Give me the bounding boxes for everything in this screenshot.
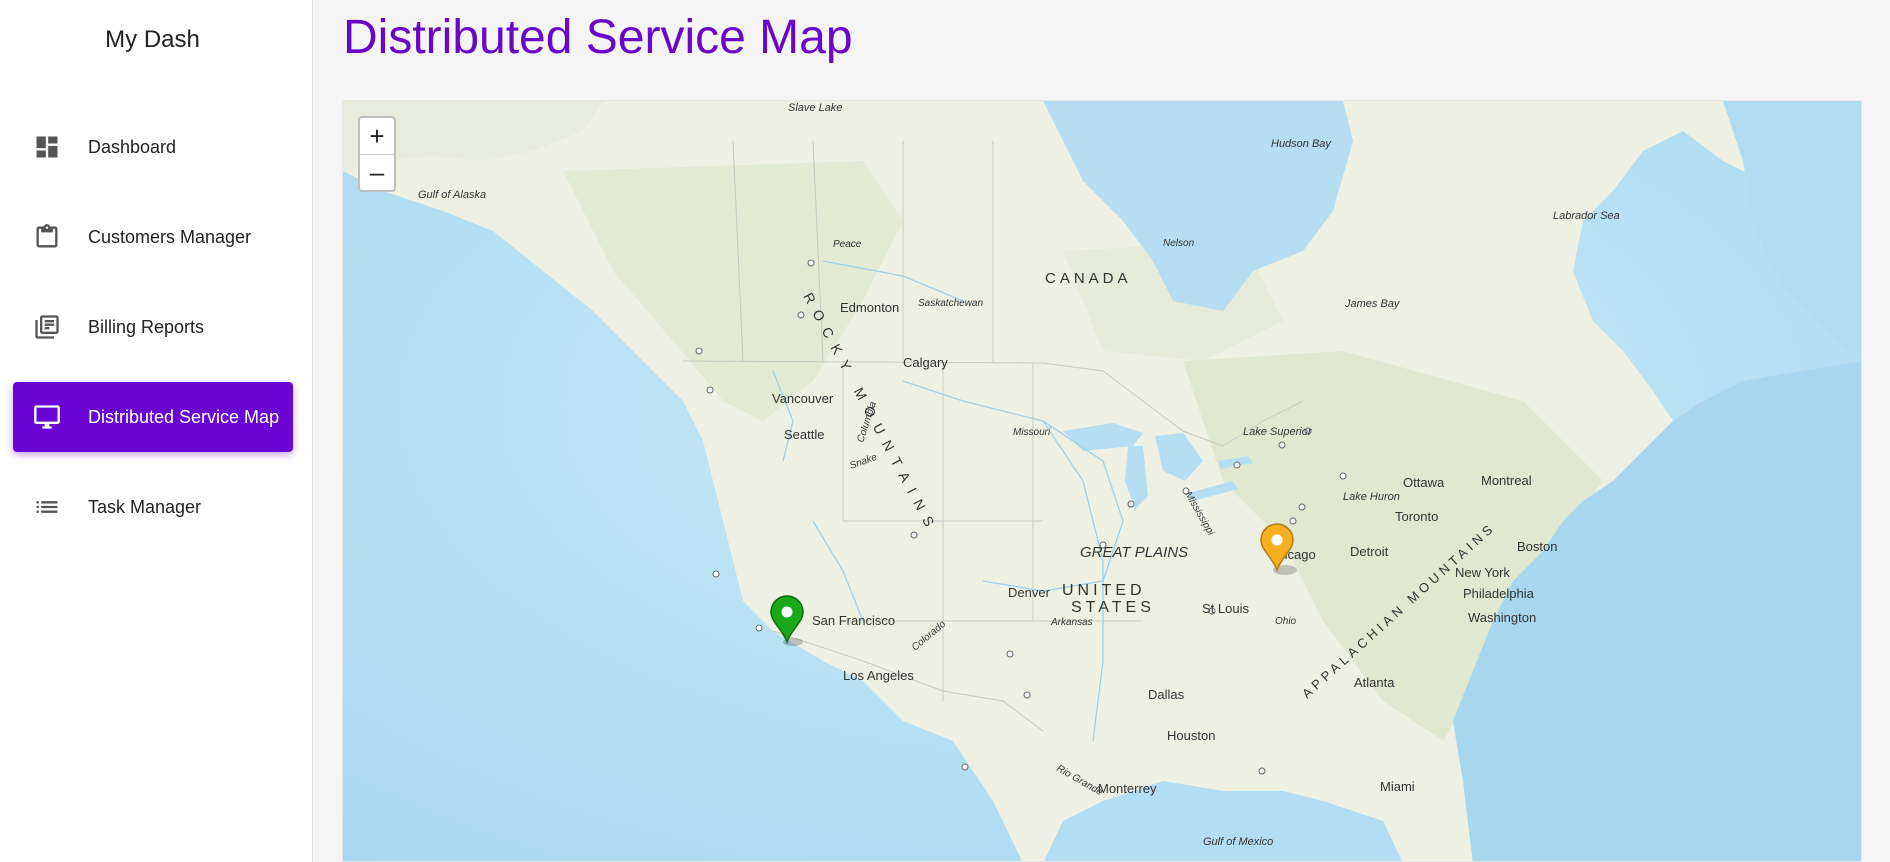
boston-dot — [1339, 472, 1347, 480]
label-lake-superior: Lake Superior — [1243, 426, 1313, 438]
label-lake-huron: Lake Huron — [1343, 491, 1400, 503]
sidebar-item-label: Billing Reports — [88, 316, 205, 337]
zoom-in-button[interactable]: + — [360, 118, 394, 154]
sidebar-nav: Dashboard Customers Manager Billing Repo… — [13, 112, 293, 562]
label-ohio: Ohio — [1275, 616, 1297, 627]
label-peace: Peace — [833, 239, 862, 250]
label-boston: Boston — [1517, 539, 1557, 554]
ottawa-dot — [1278, 441, 1286, 449]
label-great-plains: GREAT PLAINS — [1080, 544, 1188, 561]
new-york-dot — [1298, 503, 1306, 511]
label-toronto: Toronto — [1395, 509, 1438, 524]
label-gulf-of-alaska: Gulf of Alaska — [418, 189, 486, 201]
label-denver: Denver — [1008, 585, 1051, 600]
sidebar-item-label: Dashboard — [88, 136, 177, 157]
label-nelson: Nelson — [1163, 238, 1195, 249]
label-missouri: Missouri — [1013, 427, 1051, 438]
dallas-dot — [1006, 650, 1014, 658]
label-detroit: Detroit — [1350, 544, 1389, 559]
label-united: UNITED — [1062, 582, 1146, 599]
calgary-dot — [797, 311, 805, 319]
houston-dot — [1023, 691, 1031, 699]
sidebar-item-label: Task Manager — [88, 496, 202, 517]
san-francisco-dot — [712, 570, 720, 578]
label-james-bay: James Bay — [1344, 298, 1401, 310]
label-vancouver: Vancouver — [772, 391, 834, 406]
clipboard-icon — [33, 223, 61, 251]
label-montreal: Montreal — [1481, 473, 1532, 488]
sidebar: My Dash Dashboard Customers Manager Bill… — [0, 0, 313, 862]
sidebar-item-dashboard[interactable]: Dashboard — [13, 112, 293, 182]
label-labrador-sea: Labrador Sea — [1553, 210, 1620, 222]
denver-dot — [910, 531, 918, 539]
label-los-angeles: Los Angeles — [843, 668, 914, 683]
sidebar-item-distributed-service-map[interactable]: Distributed Service Map — [13, 382, 293, 452]
list-icon — [33, 493, 61, 521]
label-saskatchewan: Saskatchewan — [918, 298, 983, 309]
label-new-york: New York — [1455, 565, 1510, 580]
vancouver-dot — [695, 347, 703, 355]
seattle-dot — [706, 386, 714, 394]
label-hudson-bay: Hudson Bay — [1271, 138, 1332, 150]
map-container[interactable]: + – Slave Lake Gulf of Alaska Hudson Bay… — [342, 100, 1862, 862]
label-dallas: Dallas — [1148, 687, 1185, 702]
sidebar-item-billing-reports[interactable]: Billing Reports — [13, 292, 293, 362]
edmonton-dot — [807, 259, 815, 267]
label-seattle: Seattle — [784, 427, 824, 442]
miami-dot — [1258, 767, 1266, 775]
label-monterrey: Monterrey — [1098, 781, 1157, 796]
label-arkansas: Arkansas — [1050, 617, 1093, 628]
toronto-dot — [1233, 461, 1241, 469]
los-angeles-dot — [755, 624, 763, 632]
label-st-louis: St Louis — [1202, 601, 1249, 616]
label-ottawa: Ottawa — [1403, 475, 1445, 490]
label-philadelphia: Philadelphia — [1463, 586, 1535, 601]
zoom-out-button[interactable]: – — [360, 154, 394, 190]
page-title: Distributed Service Map — [343, 11, 853, 64]
library-books-icon — [33, 313, 61, 341]
sidebar-item-customers-manager[interactable]: Customers Manager — [13, 202, 293, 272]
label-gulf-of-mexico: Gulf of Mexico — [1203, 836, 1273, 848]
label-miami: Miami — [1380, 779, 1415, 794]
label-san-francisco: San Francisco — [812, 613, 895, 628]
chicago-dot — [1127, 500, 1135, 508]
sidebar-item-label: Customers Manager — [88, 226, 252, 247]
label-canada: CANADA — [1045, 270, 1132, 287]
dashboard-icon — [33, 133, 61, 161]
sidebar-item-label: Distributed Service Map — [88, 406, 280, 427]
monitor-icon — [33, 403, 61, 431]
sidebar-item-task-manager[interactable]: Task Manager — [13, 472, 293, 542]
label-states: STATES — [1071, 599, 1155, 616]
zoom-control: + – — [358, 116, 396, 192]
brand-title: My Dash — [105, 26, 200, 53]
monterrey-dot — [961, 763, 969, 771]
philadelphia-dot — [1289, 517, 1297, 525]
label-atlanta: Atlanta — [1354, 675, 1395, 690]
base-map[interactable]: Slave Lake Gulf of Alaska Hudson Bay Lab… — [343, 101, 1862, 862]
label-washington: Washington — [1468, 610, 1536, 625]
label-edmonton: Edmonton — [840, 300, 899, 315]
label-slave-lake: Slave Lake — [788, 102, 842, 114]
label-houston: Houston — [1167, 728, 1215, 743]
label-calgary: Calgary — [903, 355, 948, 370]
